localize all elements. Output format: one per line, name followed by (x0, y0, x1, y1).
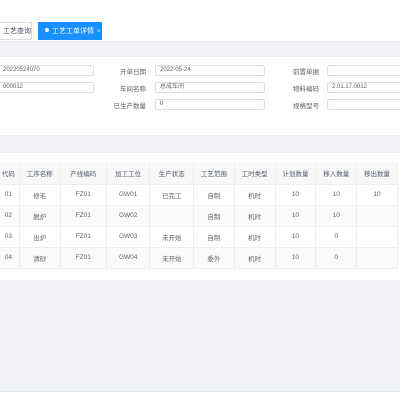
table-cell: 出炉 (19, 226, 61, 248)
table-cell: FZ01 (60, 184, 107, 206)
page-footer (0, 391, 400, 400)
column-header[interactable]: 移入数量 (315, 163, 358, 185)
column-header[interactable]: 工艺范围 (193, 163, 235, 185)
table-cell: 未开始 (149, 247, 194, 269)
table-cell: 脱炉 (19, 205, 61, 227)
order-no-input[interactable]: 20220524070 (0, 65, 94, 76)
table-cell: 未开始 (149, 226, 194, 248)
column-header[interactable]: 生产状态 (149, 163, 194, 185)
table-cell: 已完工 (149, 184, 194, 206)
table-header-row: 代码 工序名称 产线编码 加工工位 生产状态 工艺范围 工时类型 计划数量 移入… (0, 163, 398, 185)
table-row[interactable]: 02 脱炉 FZ01 GW02 自制 机时 10 10 (0, 205, 398, 227)
start-date-label: 开单日期 (120, 69, 146, 76)
source-doc-label: 前置单据 (293, 69, 319, 76)
tab-label: 工艺工单详情 (52, 28, 94, 35)
column-header[interactable]: 移出数量 (356, 163, 398, 185)
table-cell: 10 (315, 184, 358, 206)
table-cell: 修毛 (19, 184, 61, 206)
material-code-label: 物料编码 (293, 86, 319, 93)
table-cell: 04 (0, 247, 20, 269)
process-steps-table: 代码 工序名称 产线编码 加工工位 生产状态 工艺范围 工时类型 计划数量 移入… (0, 163, 398, 269)
source-doc-input[interactable] (327, 65, 400, 76)
table-cell: 清砂 (19, 247, 61, 269)
table-cell: 02 (0, 205, 20, 227)
table-cell: 0 (315, 226, 358, 248)
table-cell: 机时 (234, 184, 276, 206)
workshop-label: 车间名称 (120, 86, 146, 93)
table-cell (356, 226, 398, 248)
column-header[interactable]: 产线编码 (60, 163, 107, 185)
tab-process-query[interactable]: 工艺查询× (0, 22, 32, 40)
table-cell: 机时 (234, 226, 276, 248)
produced-qty-label: 已生产数量 (113, 103, 147, 110)
table-cell (356, 205, 398, 227)
table-cell: 10 (275, 184, 317, 206)
process-steps-card: 代码 工序名称 产线编码 加工工位 生产状态 工艺范围 工时类型 计划数量 移入… (0, 152, 400, 280)
column-header[interactable]: 工序名称 (19, 163, 61, 185)
table-row[interactable]: 04 清砂 FZ01 GW04 未开始 委外 机时 10 0 (0, 247, 398, 269)
tab-label: 工艺查询 (3, 28, 31, 35)
table-cell: FZ01 (60, 226, 107, 248)
table-cell: GW02 (106, 205, 151, 227)
table-row[interactable]: 01 修毛 FZ01 GW01 已完工 自制 机时 10 10 10 (0, 184, 398, 206)
table-cell: FZ01 (60, 247, 107, 269)
start-date-input[interactable]: 2022-05-24 (155, 65, 265, 76)
table-cell: 自制 (193, 226, 235, 248)
table-cell: 委外 (193, 247, 235, 269)
table-cell: 10 (315, 205, 358, 227)
table-cell (149, 205, 194, 227)
column-header[interactable]: 代码 (0, 163, 20, 185)
table-cell: 10 (275, 205, 317, 227)
column-header[interactable]: 计划数量 (275, 163, 317, 185)
table-cell: 10 (275, 226, 317, 248)
workshop-input[interactable]: 总成车间 (155, 82, 265, 93)
table-cell: 0 (315, 247, 358, 269)
table-cell: GW03 (106, 226, 151, 248)
table-cell: 10 (275, 247, 317, 269)
table-cell: 03 (0, 226, 20, 248)
order-info-form: 20220524070 000012 开单日期 2022-05-24 车间名称 … (0, 56, 400, 136)
table-cell: FZ01 (60, 205, 107, 227)
table-cell: GW01 (106, 184, 151, 206)
material-code-input[interactable]: 2.01.17.0012 (327, 82, 400, 93)
table-cell: 机时 (234, 247, 276, 269)
column-header[interactable]: 工时类型 (234, 163, 276, 185)
table-cell (356, 247, 398, 269)
produced-qty-input[interactable]: 0 (155, 99, 265, 110)
tab-bar: 工艺查询× 工艺工单详情× (0, 0, 400, 42)
order-secondary-input[interactable]: 000012 (0, 82, 94, 93)
table-cell: 01 (0, 184, 20, 206)
table-cell: 机时 (234, 205, 276, 227)
table-cell: 10 (356, 184, 398, 206)
table-cell: GW04 (106, 247, 151, 269)
spec-input[interactable] (327, 99, 400, 110)
active-dot-icon (45, 28, 49, 33)
table-cell: 自制 (193, 184, 235, 206)
table-cell: 自制 (193, 205, 235, 227)
column-header[interactable]: 加工工位 (106, 163, 151, 185)
spec-label: 规格型号 (293, 103, 319, 110)
tab-process-order-detail[interactable]: 工艺工单详情 × (38, 22, 102, 40)
table-row[interactable]: 03 出炉 FZ01 GW03 未开始 自制 机时 10 0 (0, 226, 398, 248)
close-icon[interactable]: × (97, 29, 101, 35)
